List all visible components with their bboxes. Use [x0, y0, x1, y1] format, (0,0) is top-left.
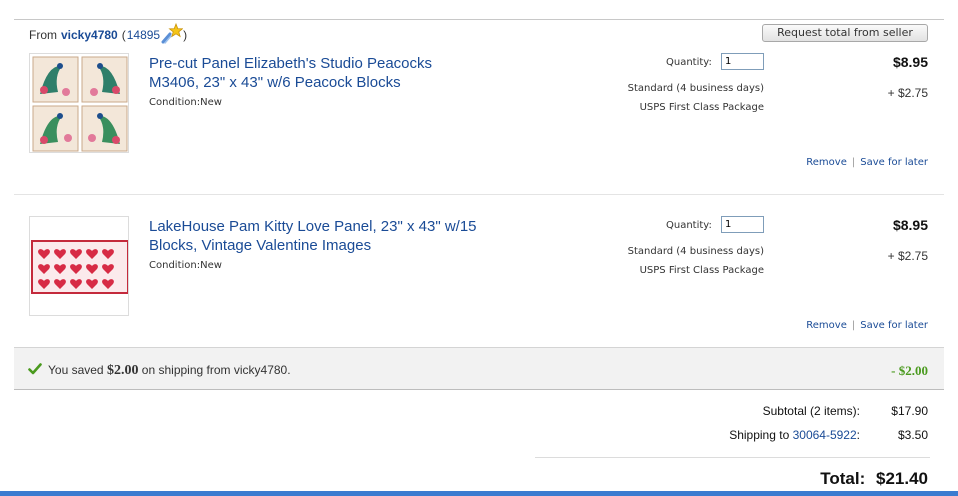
item-title-line2: M3406, 23" x 43" w/6 Peacock Blocks [149, 74, 401, 91]
item-condition: Condition:New [149, 97, 222, 108]
save-for-later-link[interactable]: Save for later [860, 157, 928, 168]
save-for-later-link[interactable]: Save for later [860, 320, 928, 331]
subtotal-row: Subtotal (2 items): $17.90 [763, 404, 928, 418]
shipping-row: Shipping to 30064-5922: $3.50 [729, 428, 928, 442]
subtotal-label: Subtotal (2 items): [762, 404, 860, 418]
seller-header: From vicky4780 ( 14895 ) [29, 22, 188, 46]
shooting-star-icon[interactable] [161, 22, 184, 44]
item-divider [14, 194, 944, 195]
savings-amount: $2.00 [106, 363, 139, 378]
shipping-label-group: Shipping to 30064-5922: [729, 428, 860, 442]
item-condition: Condition:New [149, 260, 222, 271]
shipping-zip-link[interactable]: 30064-5922 [793, 428, 857, 442]
remove-link[interactable]: Remove [806, 320, 847, 331]
request-total-button[interactable]: Request total from seller [762, 24, 928, 42]
shipping-cost: + $2.75 [887, 249, 928, 263]
quantity-input[interactable] [721, 216, 764, 233]
quantity-input[interactable] [721, 53, 764, 70]
item-image-kitty-love[interactable] [29, 216, 129, 316]
item-title-line1: LakeHouse Pam Kitty Love Panel, 23" x 43… [149, 218, 477, 235]
total-label: Total: [820, 469, 866, 488]
shipping-service: Standard (4 business days) [627, 246, 764, 257]
shipping-value: $3.50 [897, 428, 928, 442]
shipping-carrier: USPS First Class Package [639, 102, 764, 113]
condition-label: Condition: [149, 260, 201, 271]
top-divider [14, 19, 944, 20]
item-price: $8.95 [892, 54, 928, 70]
item-image-peacocks[interactable] [29, 53, 129, 153]
feedback-score-link[interactable]: 14895 [127, 28, 160, 42]
shipping-discount: - $2.00 [891, 363, 928, 378]
bottom-accent-bar [0, 491, 958, 496]
condition-value: New [200, 260, 222, 271]
shipping-savings-bar: You saved $2.00 on shipping from vicky47… [14, 347, 944, 390]
item-actions: Remove | Save for later [806, 320, 928, 331]
item-title-link[interactable]: Pre-cut Panel Elizabeth's Studio Peacock… [149, 54, 509, 92]
savings-message: You saved $2.00 on shipping from vicky47… [48, 363, 291, 379]
remove-link[interactable]: Remove [806, 157, 847, 168]
item-title-link[interactable]: LakeHouse Pam Kitty Love Panel, 23" x 43… [149, 217, 509, 255]
total-value: $21.40 [876, 469, 928, 488]
shipping-to-label: Shipping to [729, 428, 790, 442]
subtotal-value: $17.90 [891, 404, 928, 418]
item-title-line1: Pre-cut Panel Elizabeth's Studio Peacock… [149, 55, 433, 72]
total-divider [535, 457, 930, 458]
savings-prefix: You saved [48, 363, 104, 377]
item-title-line2: Blocks, Vintage Valentine Images [149, 237, 372, 254]
shipping-service: Standard (4 business days) [627, 83, 764, 94]
score-close-paren: ) [183, 28, 188, 42]
shipping-cost: + $2.75 [887, 86, 928, 100]
checkmark-icon [28, 362, 42, 376]
quantity-label: Quantity: [666, 220, 712, 231]
item-price: $8.95 [892, 217, 928, 233]
seller-name-link[interactable]: vicky4780 [61, 28, 118, 42]
from-label: From [29, 28, 57, 42]
action-separator: | [851, 320, 856, 331]
savings-suffix: on shipping from vicky4780. [141, 363, 291, 377]
shipping-carrier: USPS First Class Package [639, 265, 764, 276]
order-total: Total: $21.40 [820, 469, 928, 489]
score-open-paren: ( [121, 28, 126, 42]
quantity-label: Quantity: [666, 57, 712, 68]
condition-label: Condition: [149, 97, 201, 108]
item-actions: Remove | Save for later [806, 157, 928, 168]
action-separator: | [851, 157, 856, 168]
condition-value: New [200, 97, 222, 108]
